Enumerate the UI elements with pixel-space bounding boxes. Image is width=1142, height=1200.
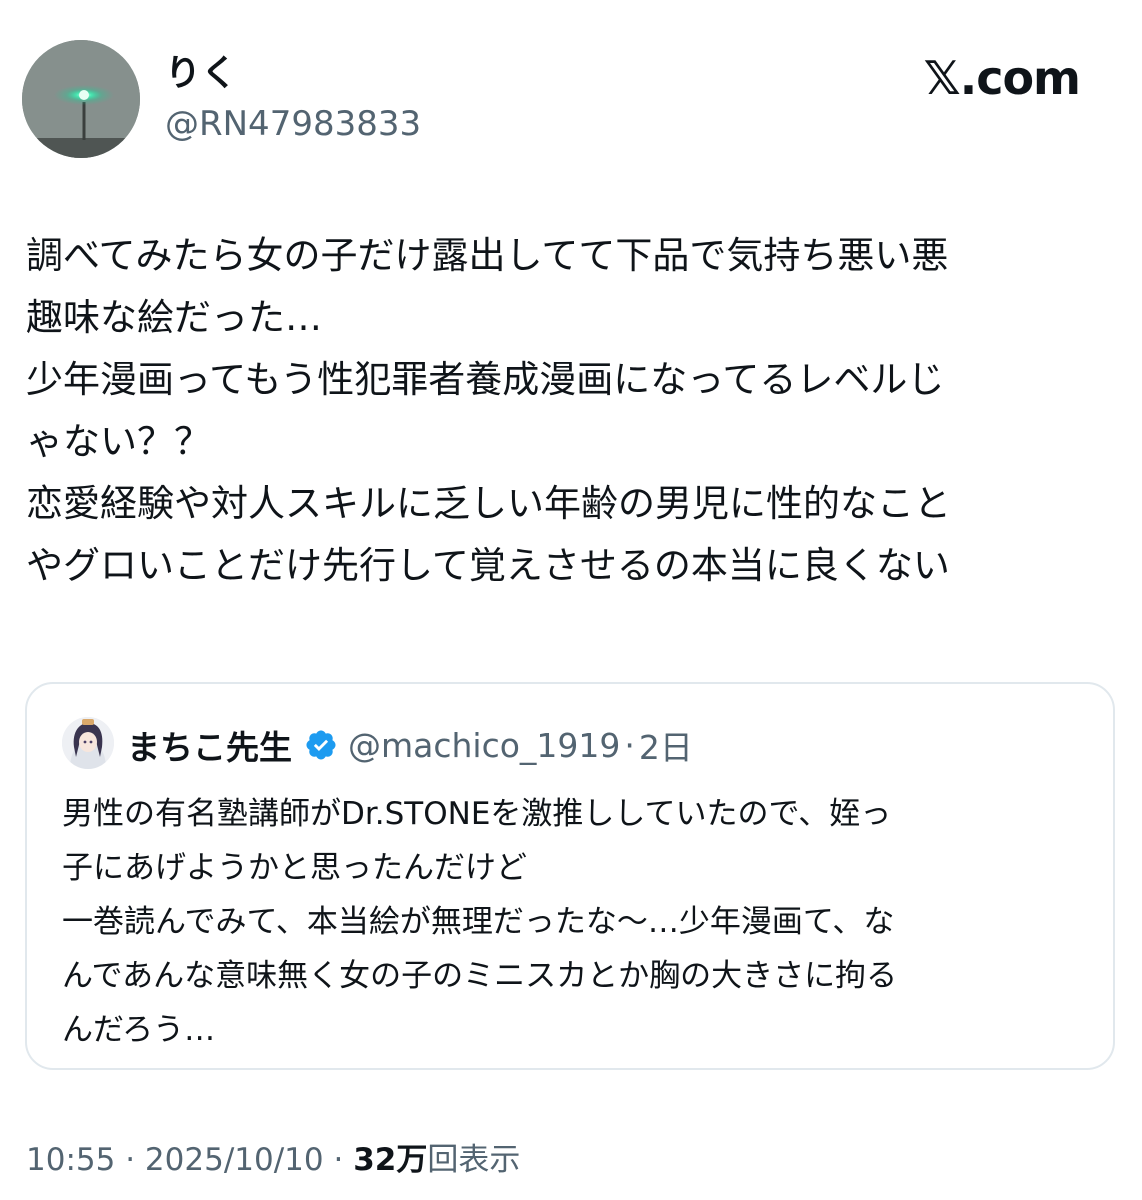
quoted-author-avatar[interactable] [62,717,114,769]
quoted-tweet-header: まちこ先生 @machico_1919 · 2日 [127,722,693,768]
separator-dot: · [333,1142,344,1178]
tweet-text-line: 趣味な絵だった… [26,296,322,339]
separator-dot: · [125,1142,136,1178]
quoted-text-line: んだろう… [62,1012,216,1048]
author-display-name[interactable]: りく [165,52,237,96]
view-count-label: 回表示 [427,1142,521,1178]
quoted-author-display-name[interactable]: まちこ先生 [127,721,292,769]
quoted-tweet-text: 男性の有名塾講師がDr.STONEを激推ししていたので、姪っ 子にあげようかと思… [62,787,1092,1057]
anime-girl-avatar-icon [62,717,114,769]
tweet-time[interactable]: 10:55 [26,1142,115,1178]
author-avatar[interactable] [22,40,140,158]
tweet-text-line: ゃない？？ [26,420,211,463]
x-com-logo: 𝕏.com [923,51,1081,105]
separator-dot: · [624,725,635,765]
tweet-text: 調べてみたら女の子だけ露出してて下品で気持ち悪い悪 趣味な絵だった… 少年漫画っ… [26,225,1116,597]
author-handle[interactable]: @RN47983833 [165,102,421,146]
quoted-text-line: 一巻読んでみて、本当絵が無理だったな〜…少年漫画て、な [62,904,895,940]
tweet-date[interactable]: 2025/10/10 [145,1142,324,1178]
verified-badge-icon [306,730,336,760]
tweet-text-line: 恋愛経験や対人スキルに乏しい年齢の男児に性的なこと [26,482,951,525]
quoted-author-handle[interactable]: @machico_1919 [348,726,620,765]
green-light-avatar-icon [22,40,140,158]
tweet-text-line: 少年漫画ってもう性犯罪者養成漫画になってるレベルじ [26,358,945,401]
view-count: 32万 [353,1142,428,1178]
quoted-text-line: 子にあげようかと思ったんだけど [62,850,527,886]
quoted-tweet-card[interactable]: まちこ先生 @machico_1919 · 2日 男性の有名塾講師がDr.STO… [25,682,1115,1070]
quoted-text-line: んであんな意味無く女の子のミニスカとか胸の大きさに拘る [62,958,898,994]
quoted-tweet-time[interactable]: 2日 [639,721,693,769]
tweet-text-line: 調べてみたら女の子だけ露出してて下品で気持ち悪い悪 [26,234,949,277]
quoted-text-line: 男性の有名塾講師がDr.STONEを激推ししていたので、姪っ [62,796,892,832]
tweet-meta: 10:55 · 2025/10/10 · 32万回表示 [26,1138,520,1182]
tweet-text-line: やグロいことだけ先行して覚えさせるの本当に良くない [26,544,950,587]
